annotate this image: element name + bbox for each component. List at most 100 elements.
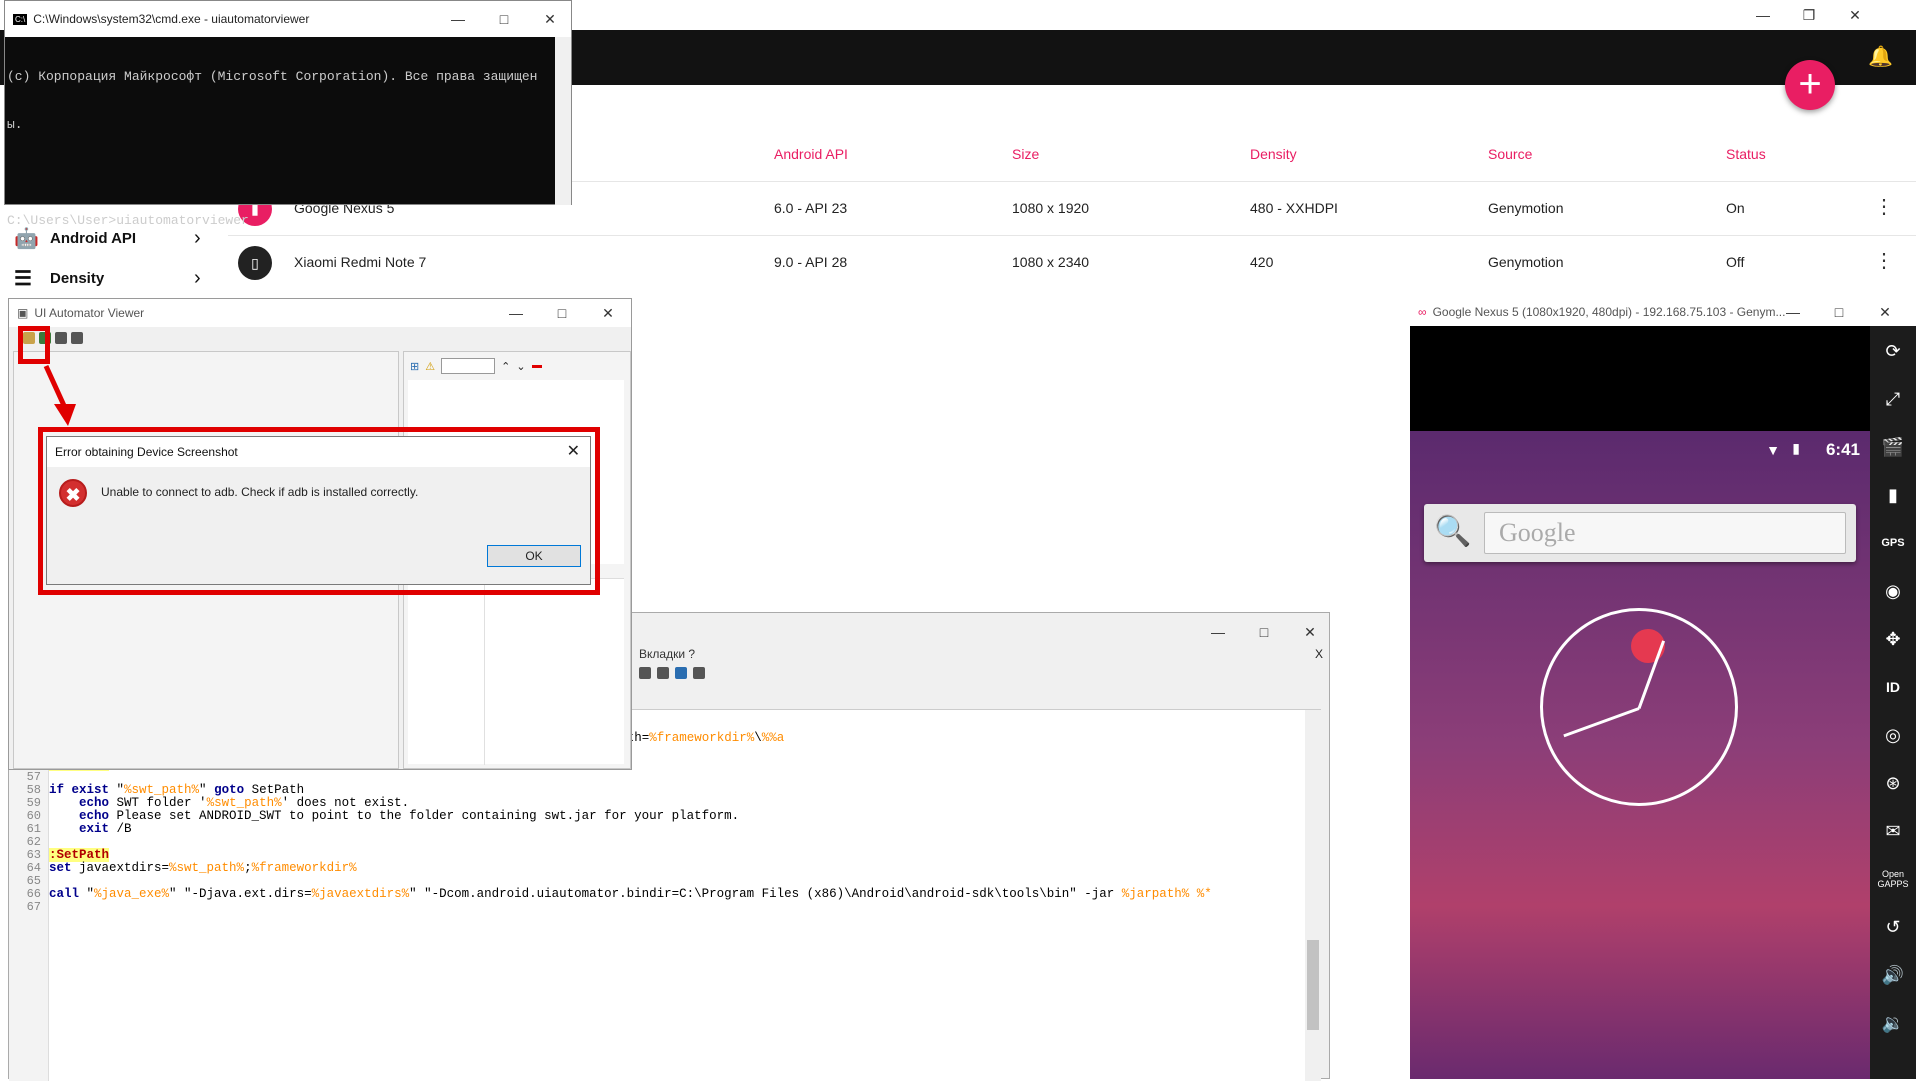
close-icon[interactable]: ✕	[527, 1, 573, 37]
line-number: 67	[26, 900, 41, 914]
volume-up-icon[interactable]: 🔊	[1882, 958, 1904, 992]
camera-icon[interactable]: ◉	[1885, 574, 1901, 608]
window-controls: — □ ✕	[1770, 298, 1908, 326]
vertical-scrollbar[interactable]	[555, 37, 571, 205]
id-icon[interactable]: ID	[1886, 670, 1900, 704]
stop-icon[interactable]	[639, 667, 651, 679]
add-device-button[interactable]: +	[1785, 60, 1835, 110]
uiav-toolbar	[9, 327, 631, 349]
android-screen[interactable]: ▼ ▮ 6:41 🔍 Google	[1410, 326, 1870, 1079]
more-vert-icon[interactable]: ⋮	[1874, 194, 1894, 219]
device-api: 9.0 - API 28	[774, 254, 848, 270]
window-controls: — □ ✕	[435, 1, 573, 37]
minimize-icon[interactable]: —	[435, 1, 481, 37]
gps-icon[interactable]: GPS	[1881, 526, 1904, 560]
device-density: 420	[1250, 254, 1274, 270]
maximize-icon[interactable]: □	[1241, 617, 1287, 647]
code-line: call "%java_exe%" "-Djava.ext.dirs=%java…	[49, 887, 1212, 901]
column-header-api[interactable]: Android API	[774, 146, 848, 162]
device-source: Genymotion	[1488, 254, 1564, 270]
app-icon: ▣	[17, 306, 29, 320]
chevron-up-icon[interactable]: ⌃	[501, 360, 510, 373]
code-line: set javaextdirs=%swt_path%;%frameworkdir…	[49, 861, 357, 875]
move-icon[interactable]: ✥	[1885, 622, 1900, 656]
search-input[interactable]: Google	[1484, 512, 1846, 554]
cmd-line: C:\Users\User>uiautomatorviewer	[7, 213, 249, 228]
wifi-icon: ▼	[1766, 442, 1780, 458]
highlight-box	[18, 326, 50, 364]
red-arrow	[43, 364, 76, 426]
device-screenshot-compressed-icon[interactable]	[55, 332, 67, 344]
sidebar-item-label: Density	[50, 269, 105, 287]
analog-clock[interactable]	[1540, 608, 1738, 806]
opengapps-icon[interactable]: Open GAPPS	[1873, 862, 1913, 896]
search-icon: 🔍	[1434, 515, 1472, 548]
battery-icon[interactable]: ▮	[1888, 478, 1898, 512]
vertical-scrollbar[interactable]	[1305, 710, 1321, 1081]
emulator-window: ∞ Google Nexus 5 (1080x1920, 480dpi) - 1…	[1410, 298, 1916, 1079]
rotate-icon[interactable]: ⟳	[1885, 334, 1900, 368]
code-line: if exist "%swt_path%" goto SetPath	[49, 783, 305, 797]
cmd-icon: C:\	[13, 13, 28, 25]
minimize-icon[interactable]: —	[1770, 298, 1816, 326]
maximize-icon[interactable]: □	[539, 299, 585, 327]
chevron-down-icon[interactable]: ⌄	[516, 360, 525, 373]
maximize-icon[interactable]: □	[481, 1, 527, 37]
line-number: 66	[26, 887, 41, 901]
cmd-output[interactable]: (c) Корпорация Майкрософт (Microsoft Cor…	[5, 37, 571, 261]
emulator-title: Google Nexus 5 (1080x1920, 480dpi) - 192…	[1432, 305, 1786, 319]
line-number: 63	[26, 848, 41, 862]
network-icon[interactable]: ⊛	[1885, 766, 1900, 800]
clock-hand-hour	[1563, 707, 1640, 738]
node-detail-table[interactable]	[408, 578, 624, 765]
line-number: 65	[26, 874, 41, 888]
restore-icon[interactable]: ❐	[1786, 0, 1832, 30]
editor-menu[interactable]: Вкладки ?	[639, 647, 695, 661]
close-icon[interactable]: ✕	[1287, 617, 1333, 647]
column-header-status[interactable]: Status	[1726, 146, 1766, 162]
device-api: 6.0 - API 23	[774, 200, 848, 216]
collapse-icon[interactable]	[531, 364, 542, 368]
cmd-line: (c) Корпорация Майкрософт (Microsoft Cor…	[7, 69, 538, 84]
minimize-icon[interactable]: —	[1740, 0, 1786, 30]
battery-status-icon: ▮	[1792, 440, 1800, 456]
close-icon[interactable]: ✕	[1862, 298, 1908, 326]
sidebar-item-density[interactable]: ☰ Density ›	[14, 258, 201, 298]
column-header-source[interactable]: Source	[1488, 146, 1532, 162]
line-number: 62	[26, 835, 41, 849]
expand-all-icon[interactable]: ⊞	[410, 360, 419, 373]
device-source: Genymotion	[1488, 200, 1564, 216]
save-macro-icon[interactable]	[693, 667, 705, 679]
line-number: 64	[26, 861, 41, 875]
code-line: :SetPath	[49, 848, 110, 862]
filter-input[interactable]	[441, 358, 496, 374]
minimize-icon[interactable]: —	[1195, 617, 1241, 647]
disk-icon[interactable]: ◎	[1885, 718, 1901, 752]
capture-icon[interactable]: 🎬	[1882, 430, 1904, 464]
column-header-size[interactable]: Size	[1012, 146, 1039, 162]
play-icon[interactable]	[657, 667, 669, 679]
line-number: 57	[26, 770, 41, 784]
google-search-bar[interactable]: 🔍 Google	[1424, 504, 1856, 562]
close-icon[interactable]: ✕	[585, 299, 631, 327]
column-header-density[interactable]: Density	[1250, 146, 1297, 162]
save-icon[interactable]	[71, 332, 83, 344]
bell-icon[interactable]: 🔔	[1868, 44, 1893, 69]
more-vert-icon[interactable]: ⋮	[1874, 248, 1894, 273]
maximize-icon[interactable]: □	[1816, 298, 1862, 326]
scale-icon[interactable]: ⤢	[1886, 382, 1900, 416]
scrollbar-thumb[interactable]	[1307, 940, 1319, 1030]
hierarchy-toolbar: ⊞ ⚠ ⌃ ⌄	[410, 358, 542, 374]
minimize-icon[interactable]: —	[493, 299, 539, 327]
fast-forward-icon[interactable]	[675, 667, 687, 679]
share-icon[interactable]: ↺	[1885, 910, 1900, 944]
table-divider	[484, 579, 485, 765]
cmd-line: ы.	[7, 117, 23, 132]
close-icon[interactable]: ✕	[1832, 0, 1878, 30]
code-line: exit /B	[79, 822, 132, 836]
editor-close-tab[interactable]: X	[1315, 647, 1323, 661]
chevron-right-icon: ›	[194, 266, 201, 289]
sms-icon[interactable]: ✉	[1885, 814, 1900, 848]
warning-icon[interactable]: ⚠	[425, 360, 435, 373]
volume-down-icon[interactable]: 🔉	[1882, 1006, 1904, 1040]
